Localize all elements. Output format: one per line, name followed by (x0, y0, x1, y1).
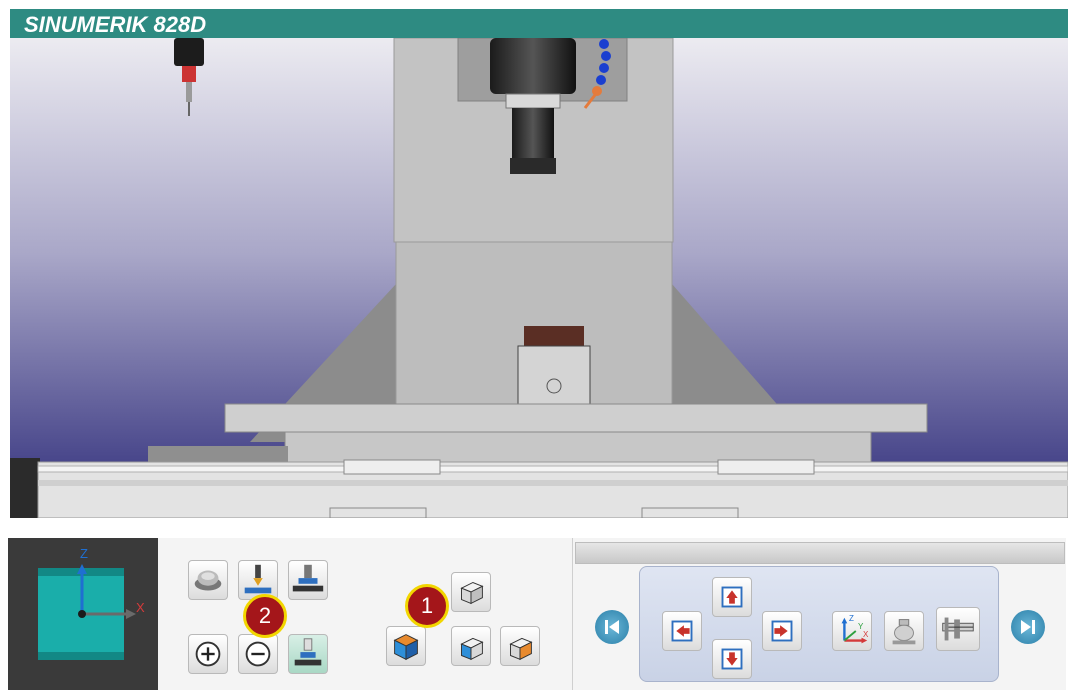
move-left-button[interactable] (662, 611, 702, 651)
nav-controls-box: Z Y X (639, 566, 999, 682)
coordinate-system-button[interactable]: Z Y X (832, 611, 872, 651)
app-title: SINUMERIK 828D (24, 12, 207, 37)
callout-marker-2: 2 (243, 594, 287, 638)
axis-preview-panel: Z X (8, 538, 158, 690)
callout-marker-1: 1 (405, 584, 449, 628)
side-view-button[interactable] (500, 626, 540, 666)
machine-view-icon (292, 564, 324, 592)
machine-scene (10, 38, 1068, 518)
zoom-out-button[interactable] (238, 634, 278, 674)
move-up-icon (721, 586, 743, 608)
bottom-controls: Z X 1 2 Z Y X (8, 538, 1066, 690)
zoom-out-icon (245, 641, 271, 667)
move-right-button[interactable] (762, 611, 802, 651)
machine-3d-viewport[interactable] (10, 38, 1068, 518)
axis-x-label: X (136, 600, 145, 615)
3d-view-icon (393, 634, 419, 661)
view-tools-panel: 1 2 (158, 538, 573, 690)
3d-view-button[interactable] (386, 626, 426, 666)
move-down-button[interactable] (712, 639, 752, 679)
iso-view-icon (460, 581, 484, 605)
zoom-in-icon (195, 641, 221, 667)
zoom-in-button[interactable] (188, 634, 228, 674)
vise (517, 345, 591, 405)
last-button[interactable] (1011, 610, 1045, 644)
front-view-button[interactable] (451, 626, 491, 666)
side-view-icon (509, 637, 533, 661)
probe-reference-button[interactable] (288, 634, 328, 674)
nav-header-strip (575, 542, 1065, 564)
front-view-icon (460, 637, 484, 661)
coord-x-label: X (863, 630, 869, 639)
move-down-icon (721, 648, 743, 670)
probe-button[interactable] (884, 611, 924, 651)
workpiece-view-icon (194, 570, 222, 591)
title-bar: SINUMERIK 828D (10, 9, 1068, 38)
navigation-panel: Z Y X (573, 538, 1066, 690)
machine-view-button[interactable] (288, 560, 328, 600)
iso-view-button[interactable] (451, 572, 491, 612)
first-button[interactable] (595, 610, 629, 644)
last-icon (1021, 620, 1035, 634)
probe-reference-icon (294, 638, 322, 666)
axis-z-label: Z (80, 546, 88, 561)
move-up-button[interactable] (712, 577, 752, 617)
spindle (490, 38, 576, 94)
caliper-icon (942, 617, 974, 641)
caliper-button[interactable] (936, 607, 980, 651)
coord-z-label: Z (849, 614, 854, 623)
tool-probe-view-icon (244, 564, 272, 594)
probe-icon (892, 619, 916, 645)
move-right-icon (771, 620, 793, 642)
machine-table (224, 403, 928, 433)
workpiece-view-button[interactable] (188, 560, 228, 600)
move-left-icon (671, 620, 693, 642)
first-icon (605, 620, 619, 634)
workpiece (524, 326, 584, 346)
